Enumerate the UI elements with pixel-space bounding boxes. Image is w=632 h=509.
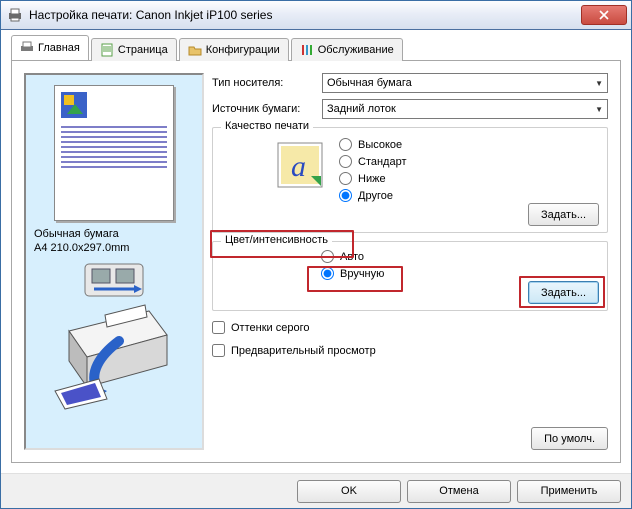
- tab-label: Конфигурации: [206, 44, 280, 56]
- grayscale-checkbox[interactable]: Оттенки серого: [212, 321, 608, 334]
- close-button[interactable]: [581, 5, 627, 25]
- quality-other-radio[interactable]: Другое: [339, 189, 407, 202]
- tab-maintenance[interactable]: Обслуживание: [291, 38, 403, 61]
- tab-label: Страница: [118, 44, 168, 56]
- quality-standard-radio[interactable]: Стандарт: [339, 155, 407, 168]
- svg-text:a: a: [291, 150, 306, 183]
- titlebar: Настройка печати: Canon Inkjet iP100 ser…: [1, 1, 631, 30]
- paper-source-select[interactable]: Задний лоток ▼: [322, 99, 608, 119]
- preview-media: Обычная бумага: [34, 227, 129, 241]
- media-type-select[interactable]: Обычная бумага ▼: [322, 73, 608, 93]
- printer-illustration: [49, 301, 179, 411]
- tab-page[interactable]: Страница: [91, 38, 177, 61]
- tools-icon: [300, 43, 314, 57]
- color-manual-radio[interactable]: Вручную: [321, 267, 599, 280]
- folder-icon: [188, 43, 202, 57]
- preview-info: Обычная бумага A4 210.0x297.0mm: [32, 227, 129, 255]
- close-icon: [599, 10, 609, 20]
- color-auto-radio[interactable]: Авто: [321, 250, 599, 263]
- quality-low-radio[interactable]: Ниже: [339, 172, 407, 185]
- quality-set-button[interactable]: Задать...: [528, 203, 599, 226]
- tab-strip: Главная Страница Конфигурации Обслуживан…: [11, 38, 621, 60]
- print-settings-window: Настройка печати: Canon Inkjet iP100 ser…: [0, 0, 632, 509]
- page-icon: [100, 43, 114, 57]
- tab-panel-main: Обычная бумага A4 210.0x297.0mm: [11, 60, 621, 463]
- layout-icon[interactable]: [84, 263, 144, 297]
- printer-icon: [7, 7, 23, 23]
- preview-box: Обычная бумага A4 210.0x297.0mm: [24, 73, 204, 450]
- color-group: Цвет/интенсивность Авто Вручную Задать..…: [212, 241, 608, 311]
- quality-group: Качество печати a Высокое Стандарт Ниже …: [212, 127, 608, 233]
- quality-high-radio[interactable]: Высокое: [339, 138, 407, 151]
- quality-sample-icon: a: [277, 142, 323, 188]
- apply-button[interactable]: Применить: [517, 480, 621, 503]
- defaults-button[interactable]: По умолч.: [531, 427, 608, 450]
- settings-column: Тип носителя: Обычная бумага ▼ Источник …: [212, 73, 608, 450]
- chevron-down-icon: ▼: [595, 79, 603, 88]
- preview-size: A4 210.0x297.0mm: [34, 241, 129, 255]
- tab-label: Главная: [38, 42, 80, 54]
- window-title: Настройка печати: Canon Inkjet iP100 ser…: [29, 8, 272, 22]
- color-set-button[interactable]: Задать...: [528, 281, 599, 304]
- preview-checkbox[interactable]: Предварительный просмотр: [212, 344, 608, 357]
- printer-icon: [20, 41, 34, 55]
- cancel-button[interactable]: Отмена: [407, 480, 511, 503]
- quality-label: Качество печати: [221, 120, 313, 132]
- paper-source-value: Задний лоток: [327, 103, 396, 115]
- preview-column: Обычная бумага A4 210.0x297.0mm: [24, 73, 204, 450]
- tab-config[interactable]: Конфигурации: [179, 38, 289, 61]
- page-preview: [54, 85, 174, 221]
- preview-mode-icons: [84, 263, 144, 297]
- paper-source-label: Источник бумаги:: [212, 103, 322, 115]
- chevron-down-icon: ▼: [595, 105, 603, 114]
- sample-image-icon: [61, 92, 87, 118]
- dialog-buttons: OK Отмена Применить: [1, 473, 631, 508]
- tab-label: Обслуживание: [318, 44, 394, 56]
- ok-button[interactable]: OK: [297, 480, 401, 503]
- media-type-label: Тип носителя:: [212, 77, 322, 89]
- client-area: Главная Страница Конфигурации Обслуживан…: [1, 30, 631, 473]
- media-type-value: Обычная бумага: [327, 77, 412, 89]
- color-label: Цвет/интенсивность: [221, 234, 332, 246]
- tab-main[interactable]: Главная: [11, 35, 89, 60]
